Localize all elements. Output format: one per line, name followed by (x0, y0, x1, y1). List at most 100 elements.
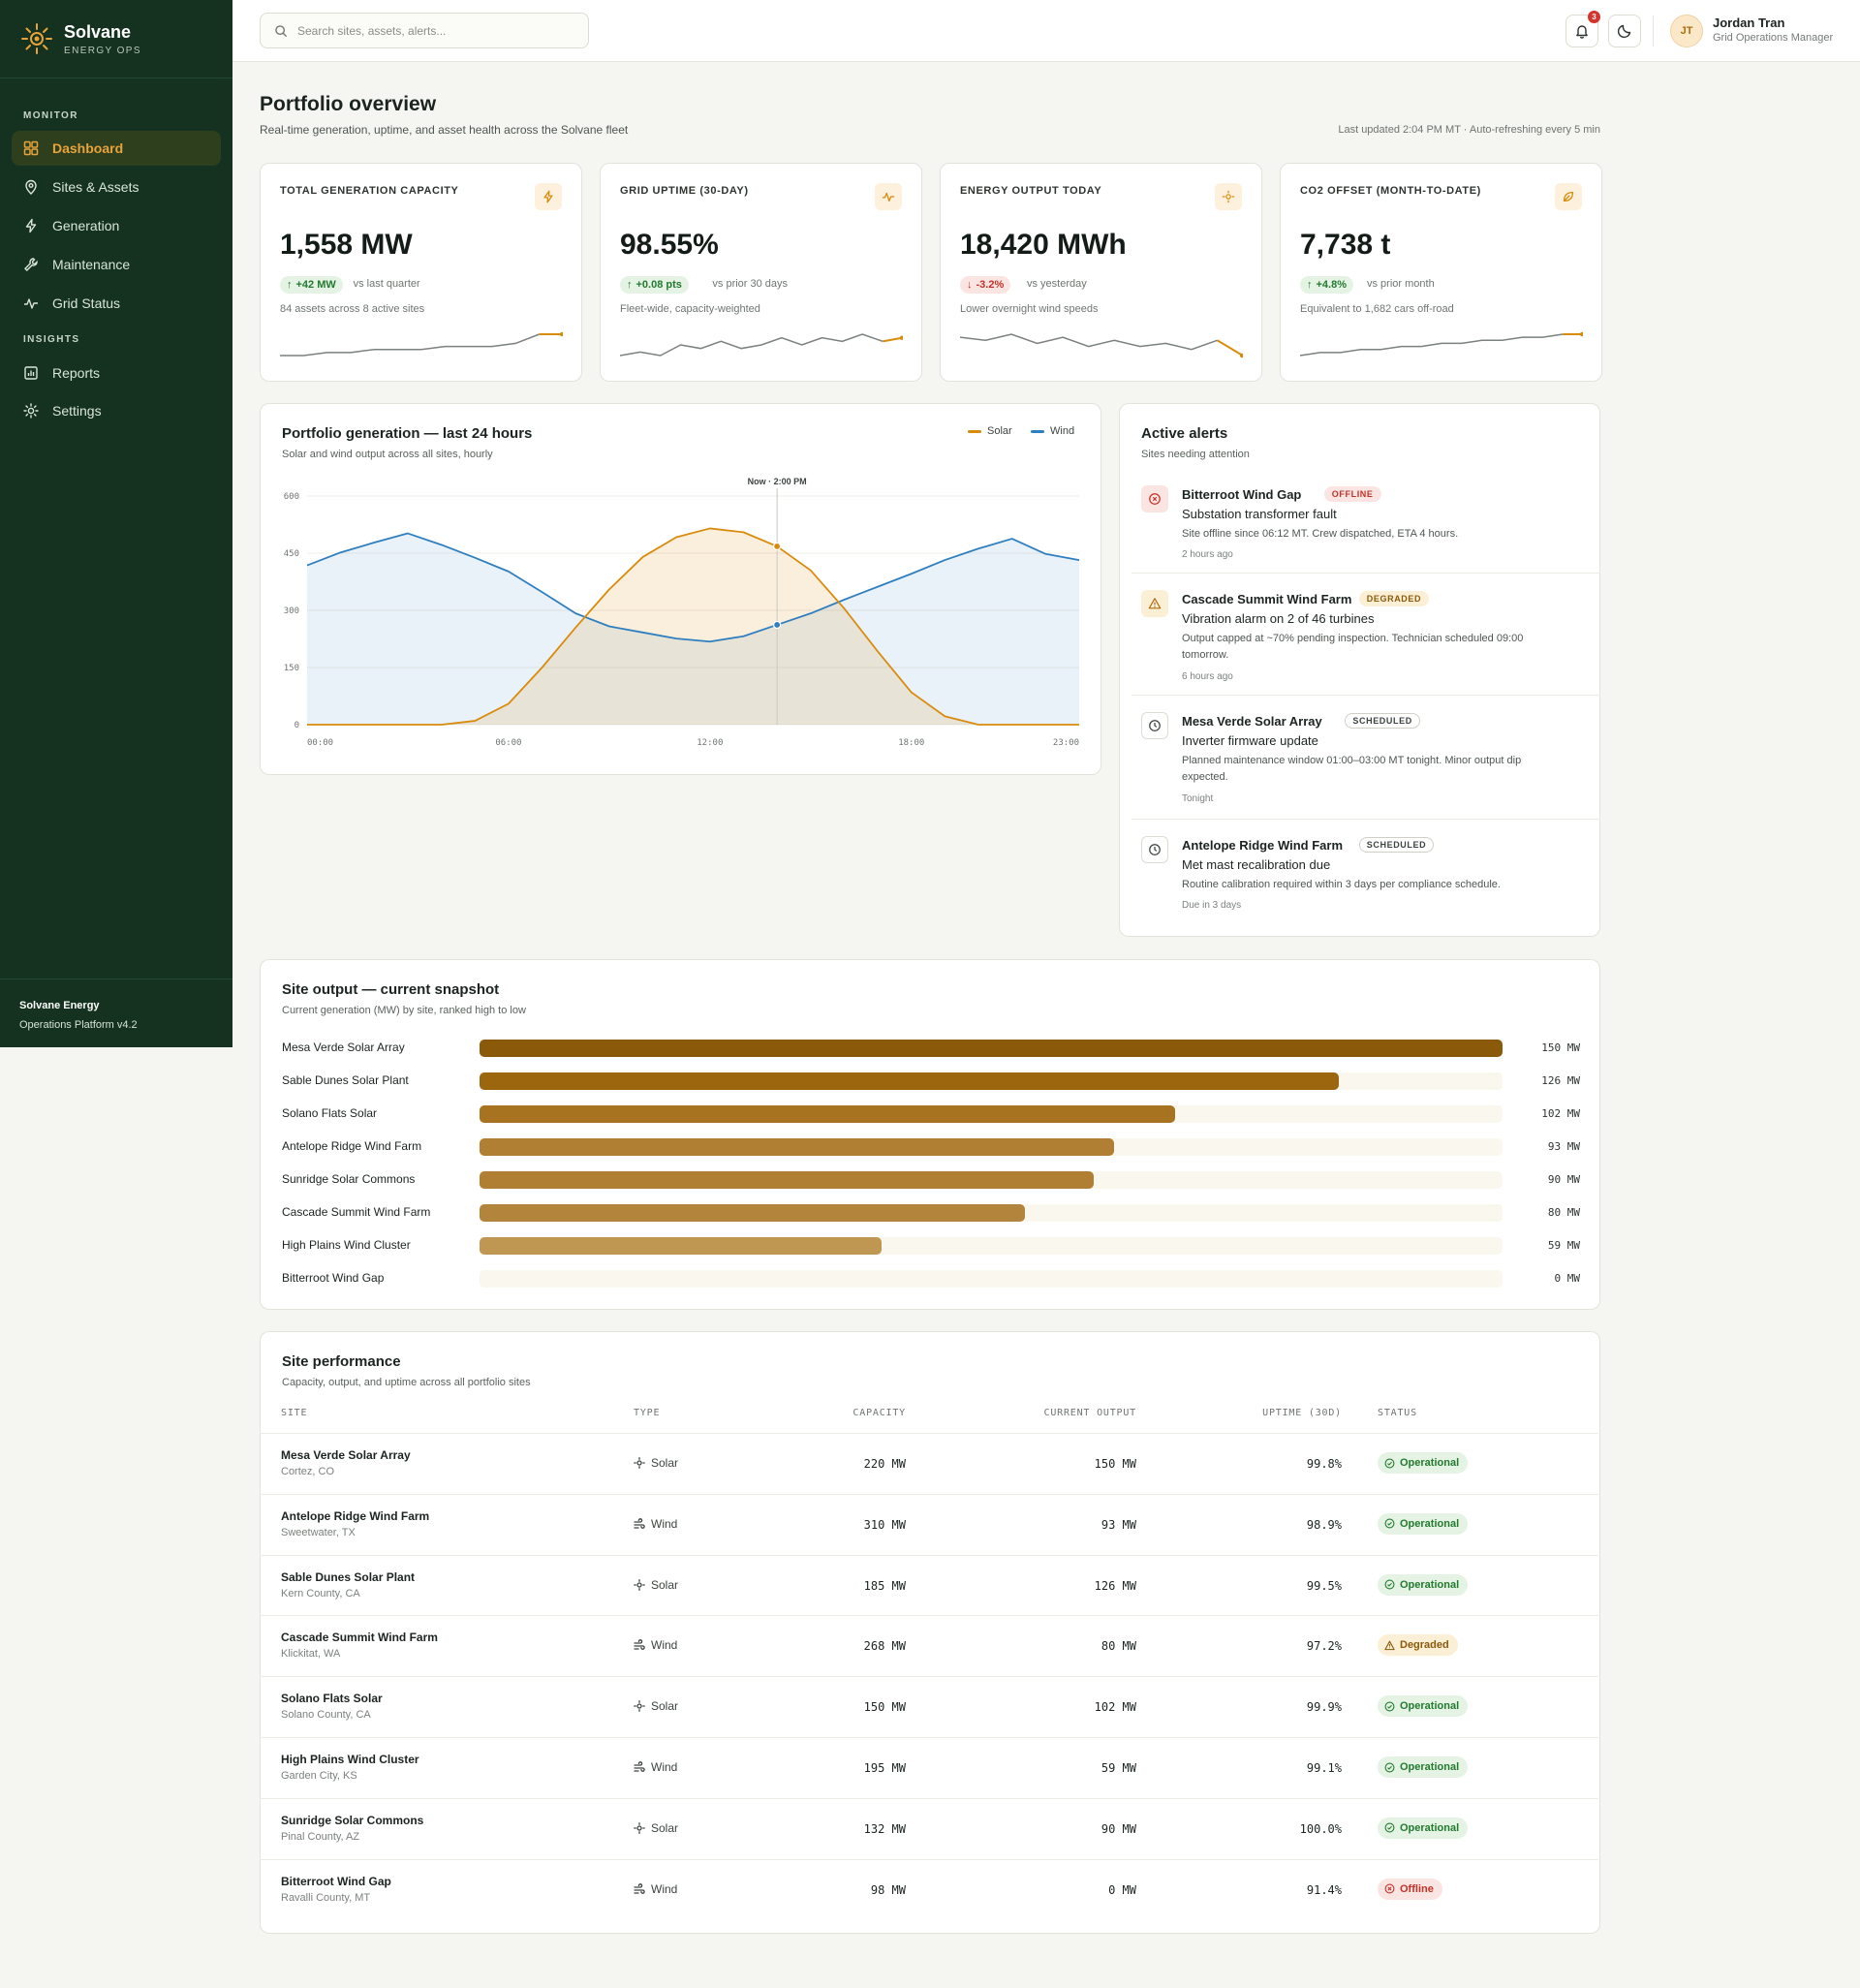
status-label: Operational (1400, 1761, 1460, 1773)
grid-icon (23, 140, 39, 156)
bar-label: Cascade Summit Wind Farm (282, 1205, 431, 1219)
user-name[interactable]: Jordan Tran (1713, 16, 1784, 30)
notifications-button[interactable]: 3 (1566, 11, 1600, 47)
alert-status-badge: OFFLINE (1323, 486, 1381, 502)
x-circle-icon (1149, 493, 1161, 505)
site-name[interactable]: Sunridge Solar Commons (281, 1814, 423, 1827)
search-input[interactable] (297, 23, 569, 38)
sidebar-item-settings[interactable]: Settings (12, 393, 221, 428)
sparkline-history (620, 333, 884, 357)
column-header[interactable]: SITE (281, 1408, 307, 1418)
alert-time: 6 hours ago (1182, 671, 1233, 682)
output-value: 90 MW (1100, 1821, 1136, 1836)
solar-now-point[interactable] (773, 542, 782, 551)
kpi-sparkline (280, 331, 563, 357)
alert-item[interactable]: Mesa Verde Solar Array SCHEDULED Inverter … (1141, 710, 1587, 819)
sidebar-item-dashboard[interactable]: Dashboard (12, 131, 221, 166)
table-row[interactable]: Bitterroot Wind Gap Ravalli County, MT Win… (260, 1858, 1598, 1919)
x-tick-label: 23:00 (1053, 738, 1079, 748)
nav-section-insights: INSIGHTS (23, 334, 80, 345)
bar (480, 1171, 1094, 1189)
alert-item[interactable]: Cascade Summit Wind Farm DEGRADED Vibratio… (1141, 588, 1587, 695)
kpi-note: Lower overnight wind speeds (960, 303, 1099, 315)
theme-toggle-button[interactable] (1608, 15, 1641, 47)
avatar[interactable]: JT (1670, 15, 1703, 47)
column-header[interactable]: UPTIME (30D) (1148, 1408, 1342, 1418)
site-output-row[interactable]: Mesa Verde Solar Array 150 MW (282, 1038, 1580, 1057)
table-row[interactable]: Sable Dunes Solar Plant Kern County, CA So… (260, 1554, 1598, 1615)
clock-icon (1149, 844, 1161, 855)
site-output-card: Site output — current snapshot Current g… (260, 959, 1600, 1310)
site-output-row[interactable]: Antelope Ridge Wind Farm 93 MW (282, 1136, 1580, 1156)
bolt-icon (25, 218, 37, 233)
brand-name: Solvane (64, 21, 132, 42)
status-label: Operational (1400, 1821, 1460, 1834)
table-row[interactable]: High Plains Wind Cluster Garden City, KS W… (260, 1737, 1598, 1797)
site-name[interactable]: Cascade Summit Wind Farm (281, 1631, 438, 1644)
wind-now-point[interactable] (773, 620, 782, 630)
capacity-value: 98 MW (870, 1882, 906, 1897)
site-output-row[interactable]: High Plains Wind Cluster 59 MW (282, 1235, 1580, 1255)
column-header[interactable]: CURRENT OUTPUT (943, 1408, 1136, 1418)
bar-value-label: 0 MW (1554, 1272, 1581, 1285)
bar-label: Mesa Verde Solar Array (282, 1041, 405, 1054)
sidebar-item-generation[interactable]: Generation (12, 208, 221, 243)
kpi-compare: vs yesterday (1027, 278, 1087, 290)
site-output-title: Site output — current snapshot (282, 981, 500, 998)
x-tick-label: 00:00 (307, 738, 333, 748)
site-type-label: Solar (651, 1456, 679, 1470)
kpi-value: 1,558 MW (280, 229, 413, 261)
sidebar-item-reports[interactable]: Reports (12, 356, 221, 390)
site-name[interactable]: Sable Dunes Solar Plant (281, 1570, 415, 1584)
brand[interactable]: Solvane ENERGY OPS (19, 21, 141, 56)
table-row[interactable]: Antelope Ridge Wind Farm Sweetwater, TX Wi… (260, 1493, 1598, 1554)
search-box[interactable] (260, 13, 589, 48)
site-output-row[interactable]: Solano Flats Solar 102 MW (282, 1103, 1580, 1123)
table-row[interactable]: Sunridge Solar Commons Pinal County, AZ So… (260, 1797, 1598, 1858)
site-type: Solar (634, 1699, 678, 1713)
site-name[interactable]: High Plains Wind Cluster (281, 1753, 419, 1766)
alert-status-badge: DEGRADED (1358, 591, 1430, 606)
column-header[interactable]: TYPE (634, 1408, 660, 1418)
table-row[interactable]: Mesa Verde Solar Array Cortez, CO Solar 220… (260, 1433, 1598, 1493)
site-location: Ravalli County, MT (281, 1891, 371, 1904)
site-name[interactable]: Solano Flats Solar (281, 1692, 383, 1705)
bar (480, 1040, 1503, 1057)
pulse-icon (24, 298, 38, 309)
status-badge: Operational (1378, 1452, 1469, 1474)
bar-label: High Plains Wind Cluster (282, 1238, 411, 1252)
kpi-note: Fleet-wide, capacity-weighted (620, 303, 760, 315)
sidebar-item-maintenance[interactable]: Maintenance (12, 247, 221, 282)
sidebar-item-grid-status[interactable]: Grid Status (12, 286, 221, 321)
kpi-delta-badge: ↑ +42 MW (280, 276, 343, 294)
site-type: Wind (634, 1517, 677, 1531)
bar-value-label: 102 MW (1541, 1107, 1580, 1120)
site-output-row[interactable]: Cascade Summit Wind Farm 80 MW (282, 1202, 1580, 1222)
gear-icon (23, 403, 39, 419)
arrow-up-icon: ↑ (627, 279, 633, 291)
site-output-row[interactable]: Sable Dunes Solar Plant 126 MW (282, 1071, 1580, 1090)
alert-time: Due in 3 days (1182, 900, 1242, 911)
column-header[interactable]: STATUS (1378, 1408, 1417, 1418)
column-header[interactable]: CAPACITY (712, 1408, 906, 1418)
alerts-title: Active alerts (1141, 425, 1228, 442)
site-type-label: Wind (651, 1638, 678, 1653)
site-name[interactable]: Antelope Ridge Wind Farm (281, 1509, 429, 1523)
alert-item[interactable]: Antelope Ridge Wind Farm SCHEDULED Met mas… (1141, 834, 1587, 941)
status-badge: Operational (1378, 1817, 1469, 1839)
sidebar-item-sites-assets[interactable]: Sites & Assets (12, 170, 221, 204)
site-output-row[interactable]: Sunridge Solar Commons 90 MW (282, 1169, 1580, 1189)
bar-track (480, 1171, 1503, 1189)
site-type-label: Solar (651, 1577, 679, 1592)
alert-item[interactable]: Bitterroot Wind Gap OFFLINE Substation tra… (1141, 483, 1587, 573)
site-output-row[interactable]: Bitterroot Wind Gap 0 MW (282, 1268, 1580, 1288)
site-name[interactable]: Mesa Verde Solar Array (281, 1448, 411, 1462)
bar-value-label: 90 MW (1547, 1173, 1580, 1186)
x-tick-label: 12:00 (697, 738, 723, 748)
table-row[interactable]: Solano Flats Solar Solano County, CA Solar… (260, 1676, 1598, 1736)
sidebar-item-label: Maintenance (52, 257, 131, 272)
table-row[interactable]: Cascade Summit Wind Farm Klickitat, WA Win… (260, 1615, 1598, 1675)
site-name[interactable]: Bitterroot Wind Gap (281, 1875, 391, 1888)
arrow-down-icon: ↓ (967, 279, 973, 291)
capacity-value: 185 MW (863, 1578, 906, 1593)
